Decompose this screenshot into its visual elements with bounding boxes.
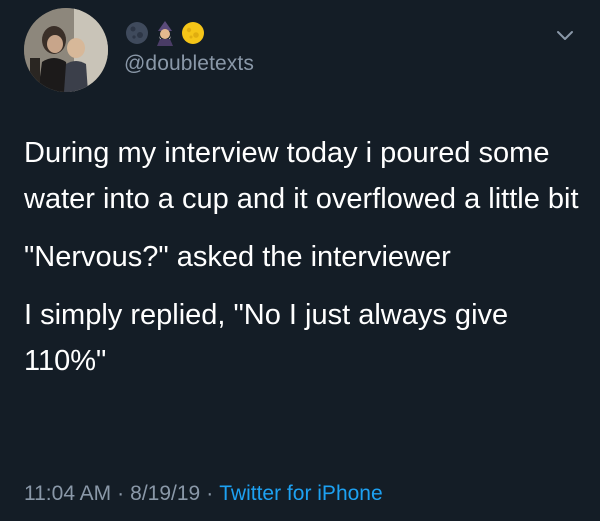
tweet-date[interactable]: 8/19/19 [130, 482, 200, 505]
new-moon-icon [126, 22, 148, 44]
tweet-time[interactable]: 11:04 AM [24, 482, 111, 505]
tweet-card: @doubletexts During my interview today i… [0, 0, 600, 521]
display-name-emojis [124, 20, 206, 46]
separator: · [117, 482, 125, 505]
full-moon-icon [182, 22, 204, 44]
tweet-paragraph: During my interview today i poured some … [24, 137, 579, 215]
avatar[interactable] [24, 8, 108, 92]
chevron-down-icon[interactable] [556, 30, 574, 42]
mage-icon [157, 21, 173, 46]
avatar-photo [24, 8, 108, 92]
separator: · [206, 482, 214, 505]
tweet-metadata: 11:04 AM · 8/19/19 · Twitter for iPhone [24, 482, 383, 506]
user-handle[interactable]: @doubletexts [124, 52, 254, 76]
tweet-text: During my interview today i poured some … [24, 130, 584, 396]
tweet-paragraph: "Nervous?" asked the interviewer [24, 241, 451, 273]
tweet-source-link[interactable]: Twitter for iPhone [219, 482, 382, 505]
tweet-paragraph: I simply replied, "No I just always give… [24, 299, 509, 377]
